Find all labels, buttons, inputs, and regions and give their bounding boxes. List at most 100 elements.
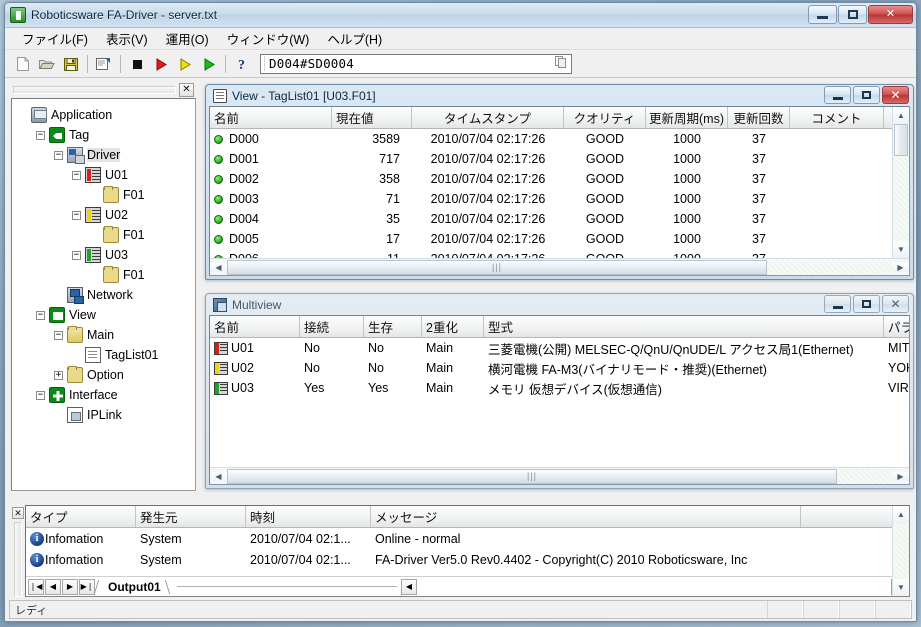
view-table-row[interactable]: D005 17 2010/07/04 02:17:26 GOOD 1000 37 bbox=[210, 229, 892, 249]
scroll-right-icon[interactable]: ▶ bbox=[892, 262, 909, 272]
view-table-row[interactable]: D003 71 2010/07/04 02:17:26 GOOD 1000 37 bbox=[210, 189, 892, 209]
collapse-toggle-icon[interactable]: − bbox=[72, 170, 81, 180]
nav-last-button[interactable]: ▶❘ bbox=[79, 578, 95, 595]
vscroll-track[interactable] bbox=[893, 124, 909, 241]
tree-item-option[interactable]: + Option bbox=[18, 365, 193, 385]
view-window-titlebar[interactable]: View - TagList01 [U03.F01] ✕ bbox=[209, 85, 910, 106]
multiview-maximize-button[interactable] bbox=[853, 295, 880, 313]
multiview-column-header[interactable]: 生存 bbox=[364, 316, 422, 337]
menu-item-view[interactable]: 表示(V) bbox=[97, 27, 157, 50]
output-column-header[interactable]: タイプ bbox=[26, 506, 136, 527]
close-button[interactable]: ✕ bbox=[868, 5, 913, 24]
collapse-toggle-icon[interactable]: − bbox=[36, 390, 45, 400]
tree-item-view[interactable]: − View bbox=[18, 305, 193, 325]
copy-icon[interactable] bbox=[554, 55, 568, 72]
tree-item-u01[interactable]: − U01 bbox=[18, 165, 193, 185]
output-vertical-scrollbar[interactable]: ▲ ▼ bbox=[892, 506, 909, 596]
output-column-header[interactable]: メッセージ bbox=[371, 506, 801, 527]
expand-toggle-icon[interactable]: + bbox=[54, 370, 63, 380]
mv-hscroll-track[interactable]: ||| bbox=[227, 468, 892, 484]
view-maximize-button[interactable] bbox=[853, 86, 880, 104]
output-table-row[interactable]: i Infomation System 2010/07/04 02:1... FA-Dr… bbox=[26, 549, 909, 570]
hscroll-thumb[interactable]: ||| bbox=[227, 259, 767, 275]
multiview-table-row[interactable]: U01 No No Main 三菱電機(公開) MELSEC-Q/QnU/QnUDE/L… bbox=[210, 338, 909, 358]
output-column-header[interactable]: 時刻 bbox=[246, 506, 371, 527]
view-grid-rows[interactable]: D000 3589 2010/07/04 02:17:26 GOOD 1000 37 D00… bbox=[210, 129, 892, 258]
nav-prev-button[interactable]: ◀ bbox=[45, 578, 61, 595]
run-yellow-icon[interactable] bbox=[173, 53, 196, 75]
collapse-toggle-icon[interactable]: − bbox=[54, 150, 63, 160]
view-table-row[interactable]: D002 358 2010/07/04 02:17:26 GOOD 1000 37 bbox=[210, 169, 892, 189]
tree-item-driver[interactable]: − Driver bbox=[18, 145, 193, 165]
menu-item-file[interactable]: ファイル(F) bbox=[13, 27, 97, 50]
vscroll-thumb[interactable] bbox=[894, 124, 908, 156]
multiview-column-header[interactable]: 2重化 bbox=[422, 316, 484, 337]
multiview-column-header[interactable]: パラメー bbox=[884, 316, 909, 337]
tree-item-application[interactable]: Application bbox=[18, 105, 193, 125]
tree-item-f01[interactable]: F01 bbox=[18, 185, 193, 205]
mv-scroll-left-icon[interactable]: ◀ bbox=[210, 471, 227, 481]
stop-icon[interactable] bbox=[125, 53, 148, 75]
nav-first-button[interactable]: ❘◀ bbox=[28, 578, 44, 595]
run-green-icon[interactable] bbox=[197, 53, 220, 75]
scroll-left-icon[interactable]: ◀ bbox=[210, 262, 227, 272]
view-table-row[interactable]: D000 3589 2010/07/04 02:17:26 GOOD 1000 37 bbox=[210, 129, 892, 149]
scroll-up-icon[interactable]: ▲ bbox=[893, 107, 909, 124]
multiview-column-header[interactable]: 接続 bbox=[300, 316, 364, 337]
multiview-table-row[interactable]: U02 No No Main 横河電機 FA-M3(バイナリモード・推奨)(Ethern… bbox=[210, 358, 909, 378]
tab-output01[interactable]: Output01 bbox=[102, 580, 167, 594]
mv-hscroll-thumb[interactable]: ||| bbox=[227, 468, 837, 484]
save-icon[interactable] bbox=[59, 53, 82, 75]
multiview-close-button[interactable]: ✕ bbox=[882, 295, 909, 313]
tree-item-taglist01[interactable]: TagList01 bbox=[18, 345, 193, 365]
view-table-row[interactable]: D004 35 2010/07/04 02:17:26 GOOD 1000 37 bbox=[210, 209, 892, 229]
tree-item-network[interactable]: Network bbox=[18, 285, 193, 305]
tree-item-f01[interactable]: F01 bbox=[18, 225, 193, 245]
view-column-header[interactable]: 更新周期(ms) bbox=[646, 107, 728, 128]
output-drag-grip[interactable] bbox=[14, 522, 22, 597]
view-column-header[interactable]: タイムスタンプ bbox=[412, 107, 564, 128]
collapse-toggle-icon[interactable]: − bbox=[72, 250, 81, 260]
view-table-row[interactable]: D006112010/07/04 02:17:26GOOD100037 bbox=[210, 249, 892, 258]
scroll-down-icon[interactable]: ▼ bbox=[893, 241, 909, 258]
collapse-toggle-icon[interactable]: − bbox=[54, 330, 63, 340]
tree-item-iplink[interactable]: IPLink bbox=[18, 405, 193, 425]
address-field[interactable]: D004#SD0004 bbox=[260, 53, 572, 74]
tree-panel-gripbar[interactable]: ✕ bbox=[11, 82, 196, 98]
menu-item-operation[interactable]: 運用(O) bbox=[157, 27, 218, 50]
output-dock-grip[interactable]: ✕ bbox=[11, 505, 25, 597]
view-column-header[interactable]: コメント bbox=[790, 107, 884, 128]
out-scroll-up-icon[interactable]: ▲ bbox=[893, 506, 909, 523]
tree-item-main[interactable]: − Main bbox=[18, 325, 193, 345]
tree-close-button[interactable]: ✕ bbox=[179, 83, 194, 97]
multiview-titlebar[interactable]: Multiview ✕ bbox=[209, 294, 910, 315]
collapse-toggle-icon[interactable]: − bbox=[36, 310, 45, 320]
multiview-column-header[interactable]: 型式 bbox=[484, 316, 884, 337]
hscroll-track[interactable]: ||| bbox=[227, 259, 892, 275]
output-table-row[interactable]: i Infomation System 2010/07/04 02:1... Onlin… bbox=[26, 528, 909, 549]
view-horizontal-scrollbar[interactable]: ◀ ||| ▶ bbox=[210, 258, 909, 275]
view-minimize-button[interactable] bbox=[824, 86, 851, 104]
multiview-table-row[interactable]: U03 Yes Yes Main メモリ 仮想デバイス(仮想通信) VIRTUA bbox=[210, 378, 909, 398]
properties-icon[interactable] bbox=[92, 53, 115, 75]
minimize-button[interactable] bbox=[808, 5, 837, 24]
view-column-header[interactable]: 名前 bbox=[210, 107, 332, 128]
maximize-button[interactable] bbox=[838, 5, 867, 24]
tree-item-u03[interactable]: − U03 bbox=[18, 245, 193, 265]
view-vertical-scrollbar[interactable]: ▲ ▼ bbox=[892, 107, 909, 258]
tree-item-tag[interactable]: − Tag bbox=[18, 125, 193, 145]
menu-item-help[interactable]: ヘルプ(H) bbox=[318, 27, 391, 50]
collapse-toggle-icon[interactable]: − bbox=[72, 210, 81, 220]
drag-grip[interactable] bbox=[13, 86, 176, 94]
multiview-grid-rows[interactable]: U01 No No Main 三菱電機(公開) MELSEC-Q/QnU/QnUDE/L… bbox=[210, 338, 909, 467]
output-column-header[interactable]: 発生元 bbox=[136, 506, 246, 527]
multiview-column-header[interactable]: 名前 bbox=[210, 316, 300, 337]
multiview-horizontal-scrollbar[interactable]: ◀ ||| ▶ bbox=[210, 467, 909, 484]
mv-scroll-right-icon[interactable]: ▶ bbox=[892, 471, 909, 481]
menu-item-window[interactable]: ウィンドウ(W) bbox=[218, 27, 319, 50]
run-red-icon[interactable] bbox=[149, 53, 172, 75]
view-column-header[interactable]: 現在値 bbox=[332, 107, 412, 128]
nav-next-button[interactable]: ▶ bbox=[62, 578, 78, 595]
tree-item-interface[interactable]: − Interface bbox=[18, 385, 193, 405]
view-table-row[interactable]: D001 717 2010/07/04 02:17:26 GOOD 1000 37 bbox=[210, 149, 892, 169]
